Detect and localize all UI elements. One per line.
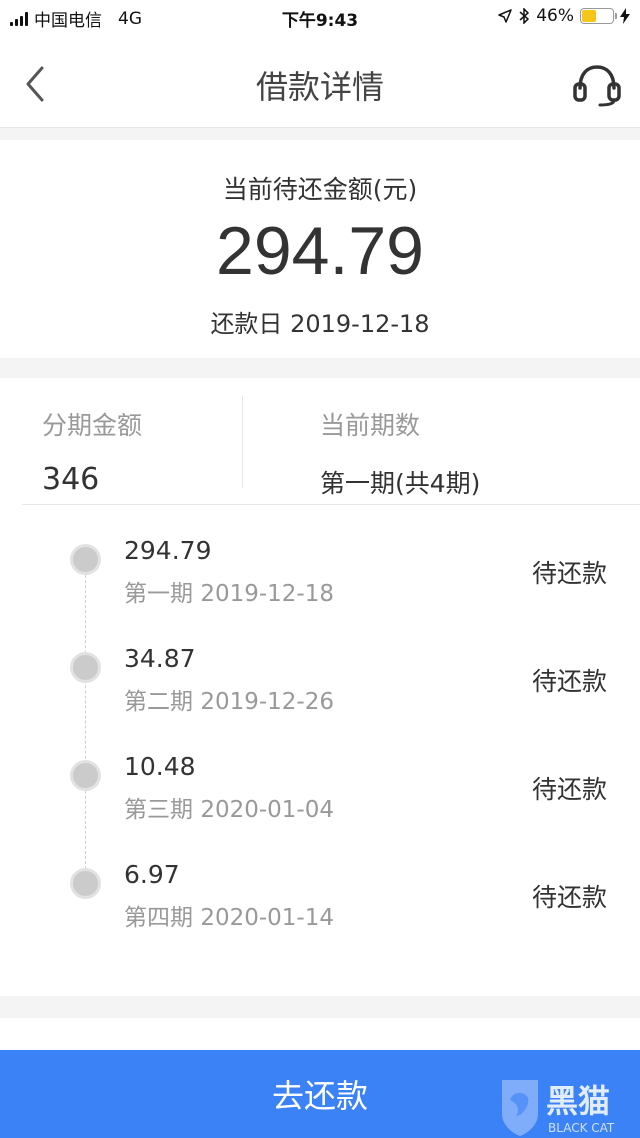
section-divider — [22, 504, 640, 505]
timeline-dot — [70, 868, 101, 899]
plan-item: 6.97 第四期 2020-01-14 待还款 — [0, 860, 640, 960]
status-bar: 中国电信 4G 下午9:43 46% — [0, 0, 640, 34]
location-arrow-icon — [498, 9, 512, 23]
installment-amount-block: 分期金额 346 — [42, 406, 142, 497]
battery-icon — [580, 8, 617, 24]
charging-bolt-icon — [620, 8, 630, 24]
plan-period-date: 第一期 2019-12-18 — [124, 581, 334, 607]
timeline-dot — [70, 544, 101, 575]
page-title: 借款详情 — [255, 68, 384, 106]
installment-amount-value: 346 — [42, 462, 100, 497]
info-divider — [242, 396, 243, 488]
plan-status: 待还款 — [531, 559, 607, 588]
installment-info-row: 分期金额 346 当前期数 第一期(共4期) — [0, 378, 640, 504]
plan-status: 待还款 — [531, 775, 607, 804]
plan-status: 待还款 — [531, 883, 607, 912]
customer-service-button[interactable] — [572, 62, 622, 108]
status-right: 46% — [498, 6, 630, 26]
plan-status: 待还款 — [531, 667, 607, 696]
battery-percent: 46% — [536, 6, 574, 26]
timeline-dot — [70, 652, 101, 683]
current-period-value: 第一期(共4期) — [320, 469, 481, 498]
plan-amount: 34.87 — [124, 644, 196, 673]
current-period-label: 当前期数 — [320, 411, 421, 440]
plan-item: 294.79 第一期 2019-12-18 待还款 — [0, 536, 640, 636]
plan-period-date: 第二期 2019-12-26 — [124, 689, 334, 715]
plan-amount: 6.97 — [124, 860, 180, 889]
current-due-amount: 294.79 — [216, 213, 424, 289]
due-date-label: 还款日 — [210, 310, 283, 338]
summary-card: 当前待还金额(元) 294.79 还款日 2019-12-18 — [0, 140, 640, 358]
current-period-block: 当前期数 第一期(共4期) — [320, 406, 480, 500]
plan-amount: 294.79 — [124, 536, 212, 565]
current-due-label: 当前待还金额(元) — [222, 175, 418, 204]
headset-icon — [573, 65, 621, 107]
installment-amount-label: 分期金额 — [42, 411, 143, 440]
nav-bar: 借款详情 — [0, 34, 640, 128]
due-date-line: 还款日 2019-12-18 — [0, 304, 640, 339]
due-date-value: 2019-12-18 — [290, 310, 430, 338]
plan-amount: 10.48 — [124, 752, 196, 781]
repay-button[interactable]: 去还款 — [0, 1050, 640, 1138]
plan-period-date: 第三期 2020-01-04 — [124, 797, 334, 823]
timeline-dot — [70, 760, 101, 791]
bluetooth-icon — [519, 8, 530, 24]
plan-item: 34.87 第二期 2019-12-26 待还款 — [0, 644, 640, 744]
plan-item: 10.48 第三期 2020-01-04 待还款 — [0, 752, 640, 852]
plan-period-date: 第四期 2020-01-14 — [124, 905, 334, 931]
installment-detail-card: 分期金额 346 当前期数 第一期(共4期) 294.79 第一期 2019-1… — [0, 378, 640, 996]
